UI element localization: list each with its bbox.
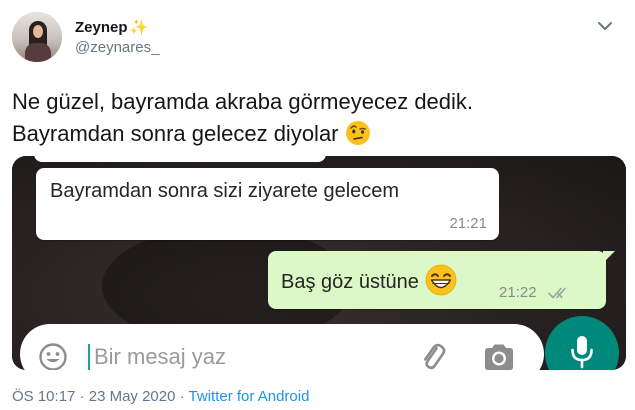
tweet-text-line-1: Ne güzel, bayramda akraba görmeyecez ded… (12, 89, 474, 114)
author-handle[interactable]: @zeynares_ (75, 39, 159, 56)
tweet-date[interactable]: 23 May 2020 (89, 388, 176, 405)
text-caret (88, 344, 90, 370)
tweet-time[interactable]: ÖS 10:17 (12, 388, 75, 405)
grinning-emoji (425, 264, 457, 296)
chevron-down-icon[interactable] (593, 14, 617, 38)
tweet-source-link[interactable]: Twitter for Android (189, 388, 310, 405)
tweet-meta: ÖS 10:17 · 23 May 2020 · Twitter for And… (12, 388, 309, 405)
raised-eyebrow-emoji (345, 121, 370, 145)
previous-message-bubble-edge (34, 156, 326, 162)
outgoing-message-time: 21:22 (499, 284, 537, 301)
avatar[interactable] (12, 12, 62, 62)
paperclip-icon[interactable] (416, 340, 450, 370)
message-composer (20, 324, 544, 370)
tweet-header: Zeynep ✨ @zeynares_ (12, 10, 623, 64)
tweet-text-line-2: Bayramdan sonra gelecez diyolar (12, 118, 617, 150)
meta-separator: · (179, 388, 185, 405)
tweet-media-image[interactable]: Bayramdan sonra sizi ziyarete gelecem 21… (12, 156, 626, 370)
outgoing-message-text: Baş göz üstüne (281, 271, 419, 293)
incoming-message-time: 21:21 (449, 215, 487, 232)
tweet-text-line-2-content: Bayramdan sonra gelecez diyolar (12, 121, 339, 146)
smiley-icon[interactable] (38, 342, 68, 370)
author-display-name[interactable]: Zeynep ✨ (75, 18, 148, 36)
outgoing-message-bubble: Baş göz üstüne 21:22 (268, 251, 615, 309)
incoming-message-bubble: Bayramdan sonra sizi ziyarete gelecem 21… (36, 168, 499, 240)
display-name-text: Zeynep (75, 19, 128, 36)
double-check-icon (548, 287, 566, 299)
sparkle-emoji: ✨ (129, 19, 149, 36)
meta-separator: · (79, 388, 85, 405)
camera-icon[interactable] (482, 342, 516, 370)
tweet-text: Ne güzel, bayramda akraba görmeyecez ded… (12, 86, 617, 150)
microphone-icon (571, 336, 593, 369)
message-input[interactable] (94, 340, 394, 370)
incoming-message-text: Bayramdan sonra sizi ziyarete gelecem (50, 180, 400, 202)
outgoing-message: Baş göz üstüne (281, 264, 457, 296)
